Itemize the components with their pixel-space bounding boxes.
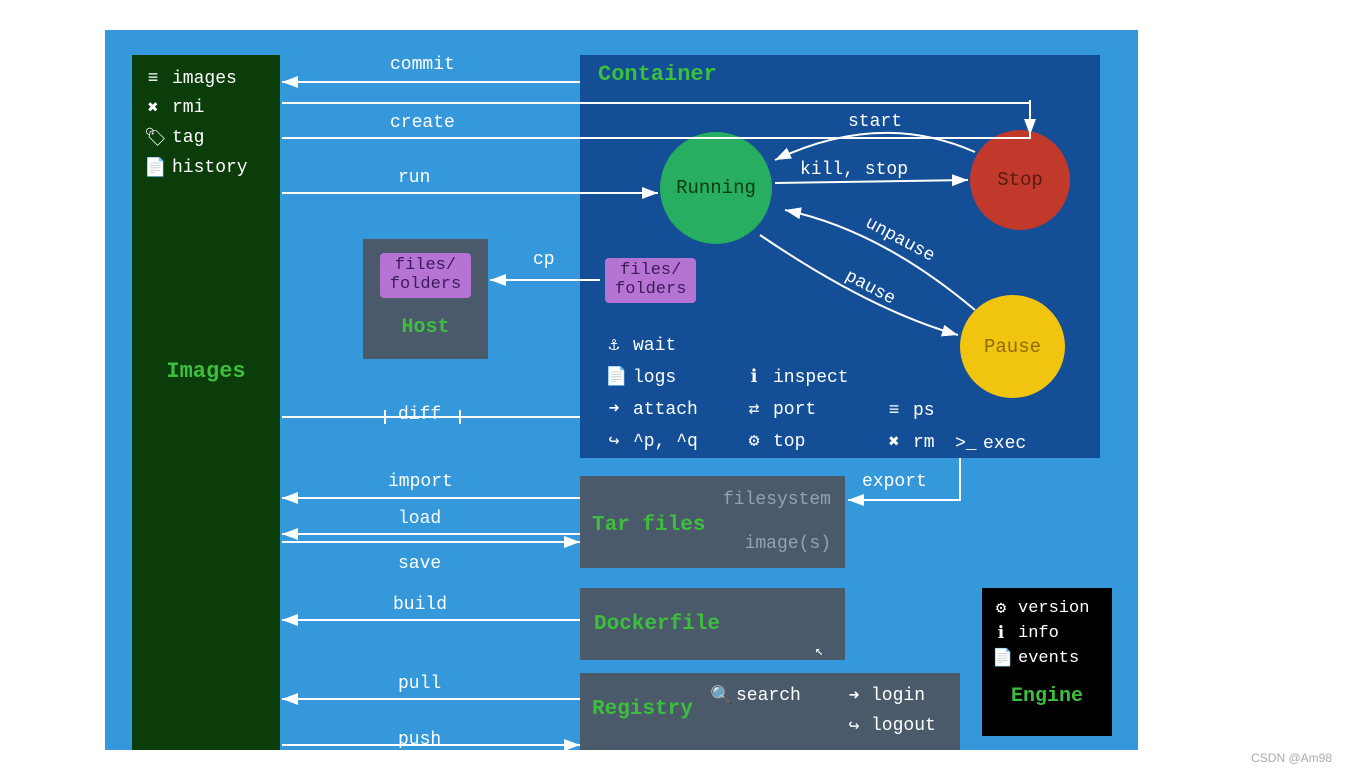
search-icon: 🔍 <box>710 685 728 707</box>
engine-events: events <box>1018 649 1079 668</box>
dockerfile-panel-title: Dockerfile <box>594 613 720 636</box>
registry-logout: logout <box>871 716 936 736</box>
file-icon: 📄 <box>144 157 162 179</box>
host-files-folders: files/ folders <box>380 253 471 298</box>
images-panel: ≡ images ✖ rmi 🏷 tag 📄 history Images <box>132 55 280 750</box>
cmd-label: port <box>773 394 816 426</box>
images-cmd-tag: 🏷 tag <box>144 127 268 149</box>
images-cmd-history: 📄 history <box>144 157 268 179</box>
edge-start: start <box>848 112 902 132</box>
gear-icon: ⚙ <box>992 598 1010 619</box>
file-icon: 📄 <box>605 362 623 394</box>
terminal-icon: >_ <box>955 428 973 460</box>
edge-run: run <box>398 168 430 188</box>
images-panel-title: Images <box>144 359 268 384</box>
registry-login: login <box>871 686 925 706</box>
tag-icon: 🏷 <box>144 127 162 149</box>
cursor-icon: ↖ <box>815 643 823 660</box>
host-panel: files/ folders Host <box>363 239 488 359</box>
edge-build: build <box>393 595 447 615</box>
state-pause: Pause <box>960 295 1065 398</box>
edge-create: create <box>390 113 455 133</box>
edge-export: export <box>862 472 927 492</box>
state-stop: Stop <box>970 130 1070 230</box>
engine-panel-title: Engine <box>992 685 1102 708</box>
engine-version: version <box>1018 599 1089 618</box>
anchor-icon: ⚓ <box>605 330 623 362</box>
tar-images: image(s) <box>745 534 831 554</box>
registry-panel-title: Registry <box>592 698 693 721</box>
edge-pull: pull <box>398 674 441 694</box>
exchange-icon: ⇄ <box>745 394 763 426</box>
arrow-out-icon: ↪ <box>605 426 623 458</box>
list-icon: ≡ <box>144 69 162 89</box>
cmd-label: logs <box>633 362 676 394</box>
list-icon: ≡ <box>885 395 903 427</box>
arrow-right-icon: ➜ <box>605 394 623 426</box>
tar-panel: Tar files filesystem image(s) <box>580 476 845 568</box>
file-icon: 📄 <box>992 648 1010 669</box>
state-running: Running <box>660 132 772 244</box>
cmd-label: rmi <box>172 98 204 118</box>
watermark: CSDN @Am98 <box>1251 751 1332 765</box>
edge-cp: cp <box>533 250 555 270</box>
cmd-label: exec <box>983 428 1026 460</box>
registry-search: search <box>736 686 801 706</box>
host-panel-title: Host <box>401 316 449 339</box>
registry-panel: Registry 🔍 search ➜ login ↪ logout <box>580 673 960 750</box>
cmd-label: rm <box>913 427 935 459</box>
cmd-label: images <box>172 69 237 89</box>
edge-kill-stop: kill, stop <box>800 160 908 180</box>
cmd-label: inspect <box>773 362 849 394</box>
edge-load: load <box>398 509 441 529</box>
x-icon: ✖ <box>885 427 903 459</box>
tar-filesystem: filesystem <box>723 490 831 510</box>
images-cmd-rmi: ✖ rmi <box>144 97 268 119</box>
edge-save: save <box>398 554 441 574</box>
gear-icon: ⚙ <box>745 426 763 458</box>
container-cmds-col2: ℹ inspect ⇄ port ⚙ top <box>745 362 849 458</box>
container-panel-title: Container <box>598 62 717 87</box>
logout-icon: ↪ <box>845 715 863 737</box>
cmd-label: ^p, ^q <box>633 426 698 458</box>
info-icon: ℹ <box>745 362 763 394</box>
info-icon: ℹ <box>992 623 1010 644</box>
engine-panel: ⚙ version ℹinfo 📄 events Engine <box>982 588 1112 736</box>
cmd-label: history <box>172 158 248 178</box>
edge-push: push <box>398 730 441 750</box>
cmd-label: ps <box>913 395 935 427</box>
edge-import: import <box>388 472 453 492</box>
cmd-label: tag <box>172 128 204 148</box>
engine-info: info <box>1018 624 1059 643</box>
container-files-folders: files/ folders <box>605 258 696 303</box>
images-cmd-images: ≡ images <box>144 69 268 89</box>
cmd-label: top <box>773 426 805 458</box>
container-cmds-col4: >_ exec <box>955 428 1026 460</box>
login-icon: ➜ <box>845 685 863 707</box>
cmd-label: attach <box>633 394 698 426</box>
edge-commit: commit <box>390 55 455 75</box>
container-cmds-col3: ≡ ps ✖ rm <box>885 395 935 459</box>
x-icon: ✖ <box>144 97 162 119</box>
container-cmds-col1: ⚓ wait 📄 logs ➜ attach ↪ ^p, ^q <box>605 330 698 458</box>
dockerfile-panel: Dockerfile <box>580 588 845 660</box>
cmd-label: wait <box>633 330 676 362</box>
edge-diff: diff <box>398 405 441 425</box>
tar-panel-title: Tar files <box>592 514 705 537</box>
